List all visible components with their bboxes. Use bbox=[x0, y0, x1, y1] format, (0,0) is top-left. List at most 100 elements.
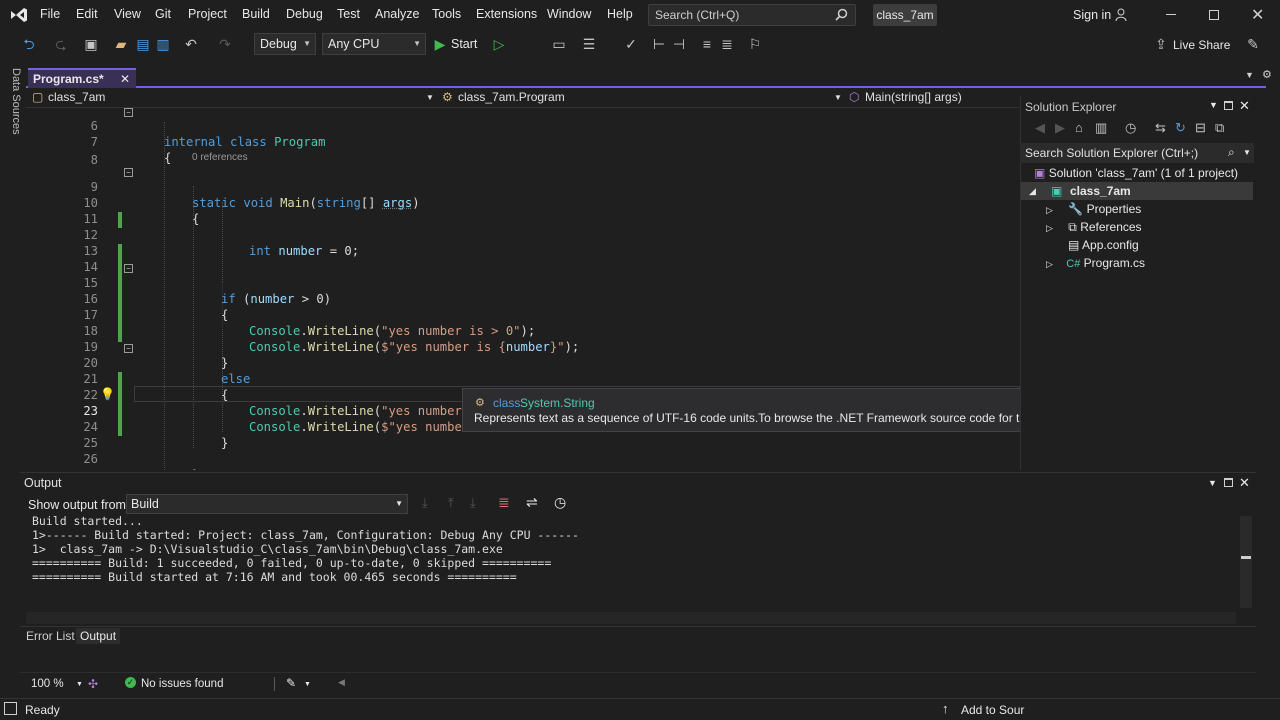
maximize-pane-icon[interactable] bbox=[1224, 101, 1233, 110]
issues-indicator[interactable]: No issues found bbox=[141, 678, 223, 690]
scrollbar-thumb[interactable] bbox=[1241, 556, 1251, 559]
tab-program-cs[interactable]: Program.cs* ✕ bbox=[28, 68, 136, 88]
tree-item-project[interactable]: ◢ ▣ class_7am bbox=[1021, 182, 1253, 200]
menu-tools[interactable]: Tools bbox=[432, 7, 461, 21]
menu-analyze[interactable]: Analyze bbox=[375, 7, 419, 21]
code-cleanup-icon[interactable]: ✎ bbox=[286, 676, 296, 690]
sync-icon[interactable]: ⇆ bbox=[1155, 120, 1166, 136]
solution-name-badge[interactable]: class_7am bbox=[873, 4, 937, 26]
redo-icon[interactable]: ↷ bbox=[216, 35, 234, 53]
start-play-icon[interactable]: ▶ bbox=[431, 35, 449, 53]
indent-icon[interactable]: ≡ bbox=[698, 35, 716, 53]
close-pane-icon[interactable]: ✕ bbox=[1239, 475, 1250, 491]
output-text[interactable]: Build started... 1>------ Build started:… bbox=[26, 514, 1236, 610]
menu-view[interactable]: View bbox=[114, 7, 141, 21]
menu-extensions[interactable]: Extensions bbox=[476, 7, 537, 21]
collapsed-icon[interactable]: ▷ bbox=[1046, 259, 1053, 269]
sign-in-link[interactable]: Sign in bbox=[1073, 8, 1111, 22]
configuration-dropdown[interactable]: Debug ▼ bbox=[254, 33, 316, 55]
save-all-icon[interactable]: ▥ bbox=[154, 35, 172, 53]
close-tab-icon[interactable]: ✕ bbox=[120, 72, 130, 86]
start-without-debugging-icon[interactable]: ▷ bbox=[490, 35, 508, 53]
back-icon[interactable]: ◀ bbox=[1035, 120, 1045, 136]
tab-error-list[interactable]: Error List bbox=[26, 628, 75, 644]
scroll-left-icon[interactable]: ◀ bbox=[338, 677, 345, 688]
go-to-line-icon[interactable]: ⤓ bbox=[422, 495, 428, 511]
pending-changes-icon[interactable]: ◷ bbox=[1125, 120, 1136, 136]
open-folder-icon[interactable]: ▰ bbox=[112, 35, 130, 53]
chevron-down-icon[interactable]: ▼ bbox=[1209, 100, 1218, 110]
nav-type-dropdown[interactable]: class_7am.Program bbox=[458, 90, 565, 104]
layout-icon[interactable]: ☰ bbox=[580, 35, 598, 53]
account-icon[interactable] bbox=[1115, 8, 1129, 22]
show-all-files-icon[interactable]: ⧉ bbox=[1215, 120, 1224, 136]
close-pane-icon[interactable]: ✕ bbox=[1239, 98, 1250, 114]
forward-icon[interactable]: ▶ bbox=[1055, 120, 1065, 136]
home-icon[interactable]: ⌂ bbox=[1075, 120, 1083, 135]
codelens-references[interactable]: 0 references bbox=[192, 152, 248, 163]
chevron-down-icon[interactable]: ▼ bbox=[304, 681, 311, 688]
collapsed-icon[interactable]: ▷ bbox=[1046, 205, 1053, 215]
menu-file[interactable]: File bbox=[40, 7, 60, 21]
chevron-down-icon[interactable]: ▼ bbox=[834, 93, 842, 102]
clear-all-icon[interactable]: ≣ bbox=[498, 494, 510, 511]
visual-studio-logo-icon[interactable] bbox=[9, 6, 29, 24]
menu-help[interactable]: Help bbox=[607, 7, 633, 21]
feedback-icon[interactable]: ✎ bbox=[1244, 35, 1262, 53]
tree-item-solution[interactable]: ▣ Solution 'class_7am' (1 of 1 project) bbox=[1034, 164, 1238, 182]
tab-output[interactable]: Output bbox=[76, 628, 121, 644]
comment-icon[interactable]: ⊢ bbox=[650, 35, 668, 53]
menu-edit[interactable]: Edit bbox=[76, 7, 98, 21]
maximize-icon[interactable] bbox=[1209, 10, 1219, 20]
chevron-down-icon[interactable]: ▼ bbox=[1243, 148, 1251, 157]
solution-explorer-search[interactable]: Search Solution Explorer (Ctrl+;) ⌕ ▼ bbox=[1020, 143, 1254, 163]
minimize-icon[interactable] bbox=[1166, 14, 1176, 15]
live-share-button[interactable]: Live Share bbox=[1173, 38, 1230, 52]
back-icon[interactable]: ⮌ bbox=[20, 35, 38, 53]
zoom-level-dropdown[interactable]: 100 % bbox=[31, 678, 64, 690]
collapsed-icon[interactable]: ▷ bbox=[1046, 223, 1053, 233]
output-source-dropdown[interactable]: Build ▼ bbox=[126, 494, 408, 514]
undo-icon[interactable]: ↶ bbox=[182, 35, 200, 53]
upload-arrow-icon[interactable]: ↑ bbox=[942, 701, 949, 716]
chevron-down-icon[interactable]: ▼ bbox=[426, 93, 434, 102]
expanded-icon[interactable]: ◢ bbox=[1029, 182, 1036, 200]
spellcheck-icon[interactable]: ✓ bbox=[622, 35, 640, 53]
menu-build[interactable]: Build bbox=[242, 7, 270, 21]
collapse-all-icon[interactable]: ⊟ bbox=[1195, 120, 1206, 136]
add-to-source-control[interactable]: Add to Sour bbox=[961, 703, 1024, 717]
output-horizontal-scrollbar[interactable] bbox=[26, 612, 1236, 624]
settings-icon[interactable]: ⚙ bbox=[1262, 68, 1272, 81]
uncomment-icon[interactable]: ⊣ bbox=[670, 35, 688, 53]
maximize-pane-icon[interactable] bbox=[1224, 478, 1233, 487]
start-button[interactable]: Start bbox=[451, 37, 477, 51]
tooltip-type-link[interactable]: System.String bbox=[520, 396, 595, 410]
previous-message-icon[interactable]: ⤒ bbox=[448, 495, 454, 511]
tree-item-references[interactable]: ▷ ⧉ References bbox=[1046, 218, 1142, 236]
word-wrap-icon[interactable]: ⇌ bbox=[526, 494, 538, 511]
nav-project-dropdown[interactable]: class_7am bbox=[48, 90, 105, 104]
chevron-down-icon[interactable]: ▼ bbox=[76, 681, 83, 688]
new-project-icon[interactable]: ▣ bbox=[82, 35, 100, 53]
tree-item-program-cs[interactable]: ▷ C# Program.cs bbox=[1046, 254, 1145, 272]
platform-dropdown[interactable]: Any CPU ▼ bbox=[322, 33, 426, 55]
tab-list-icon[interactable]: ▼ bbox=[1245, 70, 1254, 80]
next-message-icon[interactable]: ⤓ bbox=[470, 495, 476, 511]
menu-test[interactable]: Test bbox=[337, 7, 360, 21]
output-vertical-scrollbar[interactable] bbox=[1240, 516, 1252, 608]
tree-item-app-config[interactable]: ▤ App.config bbox=[1068, 236, 1139, 254]
menu-debug[interactable]: Debug bbox=[286, 7, 323, 21]
menu-project[interactable]: Project bbox=[188, 7, 227, 21]
save-icon[interactable]: ▤ bbox=[134, 35, 152, 53]
outdent-icon[interactable]: ≣ bbox=[718, 35, 736, 53]
data-sources-tab[interactable]: Data Sources bbox=[2, 68, 22, 138]
close-window-icon[interactable]: ✕ bbox=[1251, 5, 1264, 25]
nav-member-dropdown[interactable]: Main(string[] args) bbox=[865, 90, 962, 104]
menu-window[interactable]: Window bbox=[547, 7, 591, 21]
forward-icon[interactable]: ⮎ bbox=[52, 35, 70, 53]
menu-git[interactable]: Git bbox=[155, 7, 171, 21]
browser-icon[interactable]: ▭ bbox=[550, 35, 568, 53]
bookmark-icon[interactable]: ⚐ bbox=[746, 35, 764, 53]
tree-item-properties[interactable]: ▷ 🔧 Properties bbox=[1046, 200, 1141, 218]
search-input[interactable]: Search (Ctrl+Q) bbox=[648, 4, 856, 26]
